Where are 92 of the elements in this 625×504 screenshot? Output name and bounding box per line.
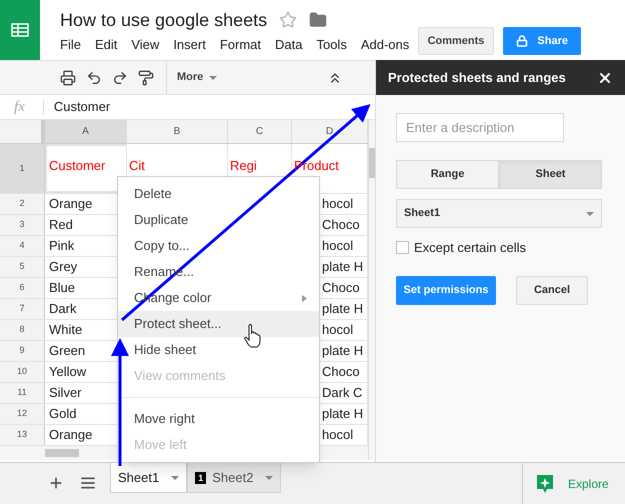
row-header[interactable]: 3 xyxy=(0,215,45,235)
menu-option[interactable]: Duplicate xyxy=(118,207,319,233)
caret-icon xyxy=(209,76,218,80)
table-cell-text: plate H xyxy=(321,258,364,276)
document-title[interactable]: How to use google sheets xyxy=(60,8,268,32)
caret-icon xyxy=(171,476,180,480)
table-cell-text: Yellow xyxy=(48,363,86,382)
row-header[interactable]: 11 xyxy=(0,383,45,403)
table-cell-text: Regi xyxy=(229,156,257,175)
table-cell-text: Green xyxy=(48,342,86,360)
menu-item[interactable]: Insert xyxy=(173,35,206,54)
sheet-badge: 1 xyxy=(195,472,206,484)
row-header[interactable]: 10 xyxy=(0,362,45,382)
menu-item[interactable]: Edit xyxy=(94,35,118,54)
more-button[interactable]: More xyxy=(177,69,218,86)
panel-title: Protected sheets and ranges xyxy=(388,68,566,87)
table-cell-text: Orange xyxy=(48,426,92,444)
menu-item[interactable]: Data xyxy=(275,35,302,54)
row-header[interactable]: 1 xyxy=(0,144,45,193)
menu-item[interactable]: Format xyxy=(220,35,261,54)
table-cell-text: plate H xyxy=(321,342,364,360)
table-cell-text: Grey xyxy=(48,258,78,276)
row-header[interactable]: 8 xyxy=(0,320,45,340)
table-cell-text: hocol xyxy=(321,195,354,214)
redo-icon[interactable] xyxy=(112,70,128,86)
table-cell-text: Silver xyxy=(48,384,82,402)
lock-icon xyxy=(516,35,528,47)
menu-item[interactable]: Tools xyxy=(316,35,347,54)
cancel-button[interactable]: Cancel xyxy=(516,276,588,304)
table-cell-text: plate H xyxy=(321,405,364,424)
table-cell-text: Customer xyxy=(48,156,106,175)
add-sheet-icon[interactable] xyxy=(48,475,64,491)
menu-item[interactable]: View xyxy=(131,35,160,54)
folder-icon[interactable] xyxy=(309,11,328,29)
row-header[interactable]: 7 xyxy=(0,299,45,319)
menu-option[interactable]: Copy to... xyxy=(118,233,319,259)
caret-icon xyxy=(265,476,274,480)
table-cell-text: hocol xyxy=(321,237,354,256)
caret-icon xyxy=(586,212,594,216)
comments-button[interactable]: Comments xyxy=(418,27,494,55)
all-sheets-icon[interactable] xyxy=(80,475,96,491)
table-cell-text: White xyxy=(48,321,82,340)
checkbox-label[interactable]: Except certain cells xyxy=(414,238,526,258)
explore-icon[interactable] xyxy=(536,474,554,494)
table-cell-text: Orange xyxy=(48,195,92,214)
column-header[interactable]: C xyxy=(228,120,292,143)
checkbox[interactable] xyxy=(396,241,409,254)
spreadsheet-icon xyxy=(11,23,29,37)
star-icon[interactable] xyxy=(279,11,298,29)
table-cell-text: Choco xyxy=(321,363,360,382)
scope-tab[interactable]: Range xyxy=(396,160,499,189)
table-cell-text: Cit xyxy=(128,156,145,175)
menu-item[interactable]: File xyxy=(60,35,81,54)
vertical-scrollbar[interactable] xyxy=(369,148,375,178)
function-icon: fx xyxy=(14,96,25,118)
row-header[interactable]: 9 xyxy=(0,341,45,361)
table-cell-text: Red xyxy=(48,216,73,234)
undo-icon[interactable] xyxy=(86,70,102,86)
print-icon[interactable] xyxy=(60,70,76,86)
sheet-tab[interactable]: 1 Sheet2 xyxy=(187,463,282,493)
row-header[interactable]: 12 xyxy=(0,404,45,424)
sheet-tab[interactable]: Sheet1 xyxy=(110,463,188,493)
table-cell-text: hocol xyxy=(321,321,354,340)
row-header[interactable]: 4 xyxy=(0,236,45,256)
hand-cursor-icon xyxy=(244,324,261,348)
sheet-select[interactable]: Sheet1 xyxy=(396,199,602,228)
column-header[interactable]: B xyxy=(127,120,228,143)
scope-tab[interactable]: Sheet xyxy=(499,160,602,189)
table-cell-text: Choco xyxy=(321,216,360,234)
row-header[interactable]: 5 xyxy=(0,257,45,277)
menu-option[interactable]: Delete xyxy=(118,181,319,207)
menu-item[interactable]: Add-ons xyxy=(360,35,410,54)
table-cell-text: Choco xyxy=(321,279,360,298)
horizontal-scrollbar[interactable] xyxy=(45,449,79,457)
table-cell-text: Dark xyxy=(48,300,76,318)
app-logo[interactable] xyxy=(0,0,40,60)
paint-roller-icon[interactable] xyxy=(138,70,154,86)
menu-option[interactable]: Protect sheet... xyxy=(118,311,319,337)
row-header[interactable]: 2 xyxy=(0,194,45,214)
row-header[interactable]: 6 xyxy=(0,278,45,298)
table-cell-text: Blue xyxy=(48,279,76,298)
formula-value[interactable]: Customer xyxy=(44,97,110,117)
table-cell-text: Pink xyxy=(48,237,74,256)
submenu-arrow-icon xyxy=(302,294,307,302)
column-header[interactable]: A xyxy=(45,120,127,143)
table-cell-text: Dark C xyxy=(321,384,362,402)
table-cell-text: Gold xyxy=(48,405,76,424)
row-header[interactable]: 13 xyxy=(0,425,45,445)
table-cell-text: hocol xyxy=(321,426,354,444)
menu-option[interactable]: Move right xyxy=(118,406,319,432)
table-cell-text: plate H xyxy=(321,300,364,318)
description-field[interactable]: Enter a description xyxy=(396,113,564,142)
